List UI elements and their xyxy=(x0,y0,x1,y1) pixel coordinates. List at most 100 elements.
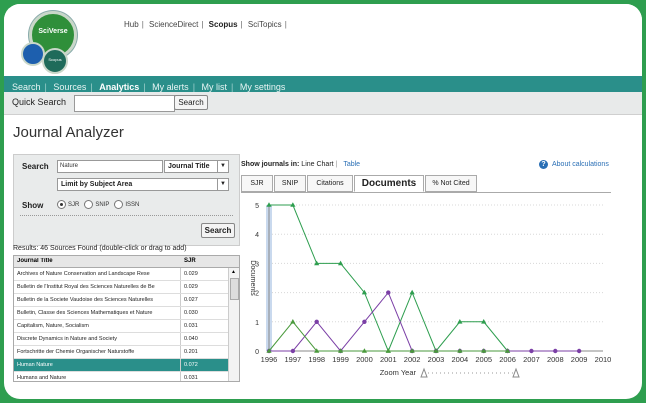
search-type-select[interactable]: Journal Title ▼ xyxy=(164,160,229,173)
scroll-up-icon[interactable]: ▲ xyxy=(231,269,236,275)
series-line-0 xyxy=(269,204,508,353)
link-sciencedirect[interactable]: ScienceDirect xyxy=(149,20,198,29)
y-tick-label: 0 xyxy=(255,349,259,356)
x-tick-label: 1997 xyxy=(285,355,302,364)
x-tick-label: 1996 xyxy=(261,355,278,364)
zoom-year-label: Zoom Year xyxy=(380,368,417,377)
radio-sjr-label: SJR xyxy=(68,202,80,209)
radio-snip[interactable] xyxy=(84,200,94,209)
table-row-selected[interactable]: Human Nature 0.072 xyxy=(14,359,229,372)
chart-panel: Show journals in: Line Chart | Table ? Ab… xyxy=(241,154,642,399)
cell-title: Capitalism, Nature, Socialism xyxy=(17,323,89,329)
cell-sjr: 0.029 xyxy=(184,271,198,277)
table-row[interactable]: Humans and Nature 0.031 xyxy=(14,372,229,381)
col-journal-title[interactable]: Journal Title xyxy=(17,258,180,264)
table-row[interactable]: Bulletin, Classe des Sciences Mathematiq… xyxy=(14,307,229,320)
nav-my-list[interactable]: My list xyxy=(200,82,230,92)
tab-snip[interactable]: SNIP xyxy=(274,175,306,192)
col-sjr[interactable]: SJR xyxy=(184,258,219,264)
nav-my-alerts[interactable]: My alerts xyxy=(150,82,191,92)
search-panel: Search Nature Journal Title ▼ Limit by S… xyxy=(13,154,240,246)
x-tick-label: 2002 xyxy=(404,355,421,364)
y-tick-label: 4 xyxy=(255,232,259,239)
quick-search-bar: Quick Search Search xyxy=(4,92,642,115)
data-point xyxy=(314,319,319,324)
chevron-down-icon: ▼ xyxy=(217,179,228,190)
cell-title: Bulletin de l'Institut Royal des Science… xyxy=(17,284,155,290)
header: SciVerse Scopus Hub | ScienceDirect | Scop… xyxy=(4,4,642,76)
main-nav: Search | Sources | Analytics | My alerts | M… xyxy=(4,76,642,92)
x-tick-label: 2007 xyxy=(523,355,540,364)
data-point xyxy=(362,319,367,324)
table-scrollbar[interactable]: ▲ xyxy=(228,268,239,381)
table-row[interactable]: Fortschritte der Chemie Organischer Natu… xyxy=(14,346,229,359)
table-row[interactable]: Capitalism, Nature, Socialism 0.031 xyxy=(14,320,229,333)
cell-sjr: 0.072 xyxy=(184,362,198,368)
x-tick-label: 2006 xyxy=(499,355,516,364)
search-button[interactable]: Search xyxy=(201,223,235,238)
view-table-link[interactable]: Table xyxy=(343,161,360,168)
x-tick-label: 2001 xyxy=(380,355,397,364)
scopus-logo-text: Scopus xyxy=(48,57,62,62)
y-tick-label: 5 xyxy=(255,203,259,210)
chevron-down-icon: ▼ xyxy=(217,161,228,172)
zoom-handle-right xyxy=(512,367,520,378)
logo-text: SciVerse xyxy=(38,28,68,35)
cell-sjr: 0.030 xyxy=(184,310,198,316)
nav-search[interactable]: Search xyxy=(10,82,43,92)
radio-sjr[interactable] xyxy=(57,200,66,209)
table-row[interactable]: Archives of Nature Conservation and Land… xyxy=(14,268,229,281)
table-row[interactable]: Bulletin de la Societe Vaudoise des Scie… xyxy=(14,294,229,307)
x-tick-label: 2000 xyxy=(356,355,373,364)
data-point xyxy=(409,289,415,295)
radio-snip-label: SNIP xyxy=(95,202,110,209)
data-point xyxy=(553,348,558,354)
tab-not-cited[interactable]: % Not Cited xyxy=(425,175,477,192)
view-line-chart[interactable]: Line Chart xyxy=(301,161,333,168)
about-calculations-link[interactable]: ? About calculations xyxy=(539,160,609,169)
table-row[interactable]: Discrete Dynamics in Nature and Society 0… xyxy=(14,333,229,346)
link-scopus[interactable]: Scopus xyxy=(209,20,238,29)
divider xyxy=(20,215,233,216)
tab-documents[interactable]: Documents xyxy=(354,175,424,192)
results-summary: Results: 46 Sources Found (double-click … xyxy=(13,245,187,252)
y-tick-label: 1 xyxy=(255,320,259,327)
nav-my-settings[interactable]: My settings xyxy=(238,82,288,92)
results-table: Journal Title SJR Archives of Nature Con… xyxy=(13,255,240,382)
radio-issn[interactable] xyxy=(114,200,124,209)
cell-title: Humans and Nature xyxy=(17,375,67,381)
data-point xyxy=(576,348,582,354)
nav-sources[interactable]: Sources xyxy=(51,82,88,92)
cell-title: Human Nature xyxy=(17,362,53,368)
x-tick-label: 2003 xyxy=(428,355,445,364)
app-frame: SciVerse Scopus Hub | ScienceDirect | Scop… xyxy=(4,4,642,399)
nav-analytics[interactable]: Analytics xyxy=(97,82,141,92)
view-toggle: Show journals in: Line Chart | Table xyxy=(241,161,361,168)
data-point xyxy=(481,319,487,324)
top-links: Hub | ScienceDirect | Scopus | SciTopics | xyxy=(124,20,287,29)
quick-search-label: Quick Search xyxy=(12,97,67,107)
page-title: Journal Analyzer xyxy=(13,124,124,141)
x-tick-label: 2008 xyxy=(547,355,564,364)
table-header: Journal Title SJR xyxy=(14,256,239,268)
search-label: Search xyxy=(22,162,49,171)
cell-sjr: 0.031 xyxy=(184,323,198,329)
x-tick-label: 2009 xyxy=(571,355,588,364)
link-scitopics[interactable]: SciTopics xyxy=(248,20,282,29)
cell-sjr: 0.201 xyxy=(184,349,198,355)
data-point xyxy=(386,290,391,295)
x-tick-label: 1999 xyxy=(332,355,349,364)
quick-search-input[interactable] xyxy=(74,95,175,112)
tab-citations[interactable]: Citations xyxy=(307,175,353,192)
journal-search-input[interactable]: Nature xyxy=(57,160,163,173)
scroll-thumb[interactable] xyxy=(230,278,239,300)
quick-search-button[interactable]: Search xyxy=(174,95,208,110)
search-type-value: Journal Title xyxy=(168,163,210,170)
show-label: Show xyxy=(22,201,44,210)
tab-sjr[interactable]: SJR xyxy=(241,175,273,192)
cell-title: Bulletin de la Societe Vaudoise des Scie… xyxy=(17,297,153,303)
subject-area-select[interactable]: Limit by Subject Area ▼ xyxy=(57,178,229,191)
subject-area-value: Limit by Subject Area xyxy=(61,181,133,188)
link-hub[interactable]: Hub xyxy=(124,20,139,29)
table-row[interactable]: Bulletin de l'Institut Royal des Science… xyxy=(14,281,229,294)
